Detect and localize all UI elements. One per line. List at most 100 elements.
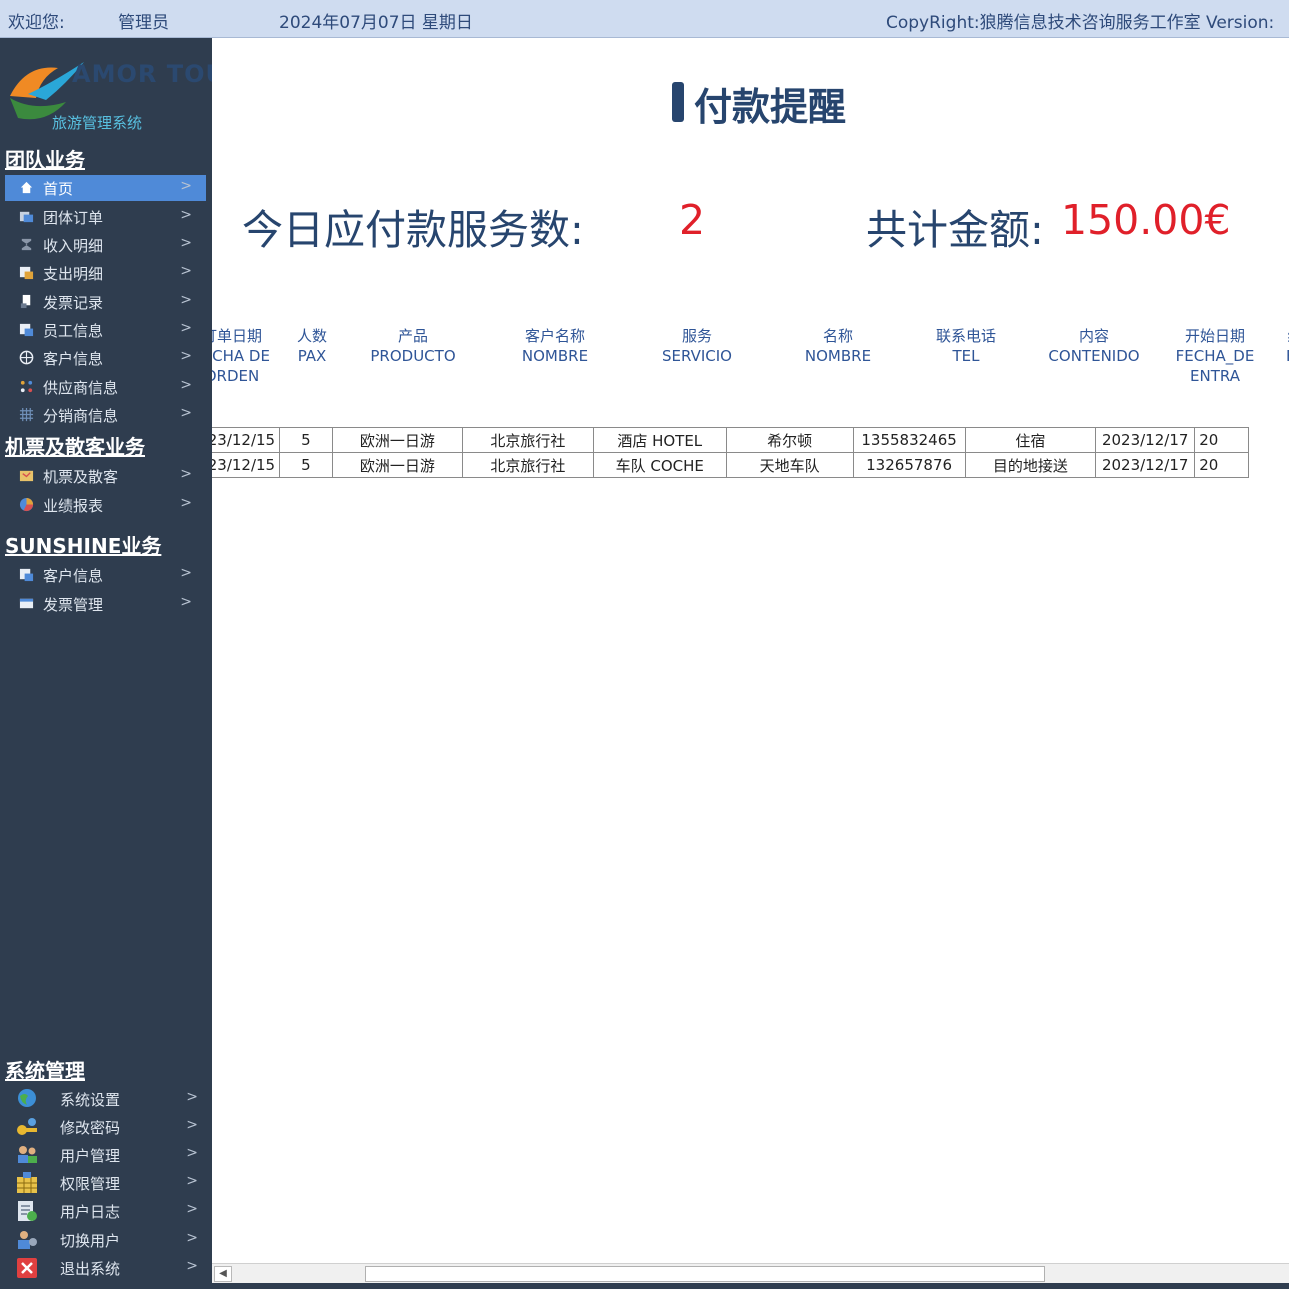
- column-header-customer: 客户名称 NOMBRE: [521, 327, 589, 365]
- sidebar-item-income[interactable]: 收入明细 >: [5, 232, 206, 258]
- customer-icon: [19, 568, 34, 582]
- chevron-right-icon: >: [180, 495, 192, 511]
- key-icon: [17, 1118, 37, 1135]
- sidebar-item-label: 用户管理: [60, 1147, 121, 1165]
- invoice-manage-icon: [19, 598, 34, 609]
- main-content: 付款提醒 今日应付款服务数: 2 共计金额: 150.00€ 订单日期FECHA…: [212, 38, 1289, 1289]
- count-label: 今日应付款服务数:: [242, 206, 584, 254]
- chevron-right-icon: >: [180, 405, 192, 421]
- sidebar-item-label: 切换用户: [60, 1232, 121, 1250]
- sidebar-item-label: 首页: [43, 180, 74, 198]
- logo: AMOR TOUR 旅游管理系统: [6, 54, 244, 134]
- sidebar-item-distributor[interactable]: 分销商信息 >: [5, 402, 206, 428]
- table-cell: 住宿: [964, 427, 1097, 453]
- table-cell: 欧洲一日游: [331, 452, 464, 478]
- table-row[interactable]: 2023/12/15 5 欧洲一日游 北京旅行社 酒店 HOTEL 希尔顿 13…: [212, 427, 1249, 453]
- table-cell: 欧洲一日游: [331, 427, 464, 453]
- sidebar-item-label: 团体订单: [43, 209, 104, 227]
- table-cell: 2023/12/17: [1095, 427, 1196, 453]
- section-title-system: 系统管理: [5, 1059, 85, 1083]
- sidebar-item-ticket[interactable]: 机票及散客 >: [5, 463, 206, 489]
- sidebar-item-customer[interactable]: 客户信息 >: [5, 345, 206, 371]
- table-row[interactable]: 2023/12/15 5 欧洲一日游 北京旅行社 车队 COCHE 天地车队 1…: [212, 452, 1249, 478]
- chevron-right-icon: >: [180, 178, 192, 194]
- chevron-right-icon: >: [180, 466, 192, 482]
- chevron-right-icon: >: [186, 1117, 198, 1133]
- users-icon: [18, 1146, 37, 1163]
- chevron-right-icon: >: [180, 565, 192, 581]
- exit-icon: [17, 1258, 37, 1278]
- chevron-right-icon: >: [180, 292, 192, 308]
- sidebar-item-label: 员工信息: [43, 322, 104, 340]
- chevron-right-icon: >: [186, 1258, 198, 1274]
- scrollbar-thumb[interactable]: [365, 1266, 1045, 1282]
- count-value: 2: [679, 196, 706, 244]
- sidebar-item-report[interactable]: 业绩报表 >: [5, 492, 206, 518]
- horizontal-scrollbar[interactable]: ◀: [212, 1263, 1289, 1283]
- section-title-team: 团队业务: [5, 148, 85, 172]
- table-cell: 20: [1194, 452, 1249, 478]
- sidebar-item-label: 权限管理: [60, 1175, 121, 1193]
- globe-icon: [19, 350, 34, 365]
- column-header-order-date: 订单日期FECHA DEORDEN: [212, 327, 270, 385]
- sidebar-item-label: 分销商信息: [43, 407, 119, 425]
- sidebar-item-label: 修改密码: [60, 1119, 121, 1137]
- table-cell: 目的地接送: [964, 452, 1097, 478]
- total-value: 150.00€: [1061, 196, 1231, 244]
- total-label: 共计金额:: [866, 206, 1044, 254]
- title-accent-bar: [672, 82, 684, 122]
- chevron-right-icon: >: [186, 1145, 198, 1161]
- chevron-right-icon: >: [186, 1201, 198, 1217]
- table-cell: 5: [279, 452, 333, 478]
- table-cell: 1355832465: [852, 427, 966, 453]
- current-date: 2024年07月07日 星期日: [279, 13, 473, 33]
- invoice-icon: [20, 294, 31, 309]
- expense-icon: [19, 266, 34, 280]
- pie-chart-icon: [19, 497, 34, 512]
- sidebar-item-change-password[interactable]: 修改密码 >: [5, 1113, 206, 1141]
- logo-subtitle: 旅游管理系统: [52, 114, 143, 132]
- sigma-icon: [21, 238, 32, 251]
- sidebar-item-user-manage[interactable]: 用户管理 >: [5, 1141, 206, 1169]
- page-title: 付款提醒: [694, 85, 847, 129]
- copyright-text: CopyRight:狼腾信息技术咨询服务工作室 Version:: [886, 13, 1275, 33]
- sidebar-item-home[interactable]: 首页 >: [5, 175, 206, 201]
- chevron-right-icon: >: [186, 1173, 198, 1189]
- column-header-product: 产品 PRODUCTO: [370, 327, 456, 365]
- sidebar-item-system-settings[interactable]: 系统设置 >: [5, 1085, 206, 1113]
- sidebar-item-invoice-record[interactable]: 发票记录 >: [5, 289, 206, 315]
- current-user: 管理员: [118, 13, 169, 33]
- table-cell: 132657876: [852, 452, 966, 478]
- ticket-icon: [19, 470, 34, 482]
- section-title-ticket: 机票及散客业务: [5, 435, 145, 459]
- sidebar-item-label: 机票及散客: [43, 468, 119, 486]
- column-header-end-date: 结FET: [1280, 326, 1289, 386]
- sidebar-item-invoice-manage[interactable]: 发票管理 >: [5, 591, 206, 617]
- table-cell: 2023/12/15: [212, 427, 281, 453]
- chevron-right-icon: >: [180, 207, 192, 223]
- sidebar-item-group-order[interactable]: 团体订单 >: [5, 204, 206, 230]
- chevron-right-icon: >: [180, 348, 192, 364]
- sidebar-item-sunshine-customer[interactable]: 客户信息 >: [5, 562, 206, 588]
- scroll-left-button[interactable]: ◀: [214, 1266, 232, 1282]
- sidebar: AMOR TOUR 旅游管理系统 团队业务 首页 > 团体订单 > 收入明细 >…: [0, 38, 244, 1289]
- sidebar-item-label: 业绩报表: [43, 497, 104, 515]
- table-cell: 车队 COCHE: [592, 452, 727, 478]
- sidebar-item-supplier[interactable]: 供应商信息 >: [5, 374, 206, 400]
- sidebar-item-permission[interactable]: 权限管理 >: [5, 1169, 206, 1197]
- chevron-right-icon: >: [180, 320, 192, 336]
- welcome-label: 欢迎您:: [8, 13, 65, 33]
- permission-icon: [17, 1172, 37, 1193]
- sidebar-item-employee[interactable]: 员工信息 >: [5, 317, 206, 343]
- column-header-tel: 联系电话 TEL: [935, 327, 996, 365]
- sidebar-item-user-log[interactable]: 用户日志 >: [5, 1197, 206, 1225]
- column-header-content: 内容 CONTENIDO: [1048, 327, 1140, 365]
- sidebar-item-expense[interactable]: 支出明细 >: [5, 260, 206, 286]
- table-cell: 5: [279, 427, 333, 453]
- sidebar-item-label: 退出系统: [60, 1260, 121, 1278]
- switch-user-icon: [18, 1231, 37, 1249]
- supplier-icon: [20, 380, 33, 393]
- sidebar-item-exit[interactable]: 退出系统 >: [5, 1254, 206, 1282]
- sidebar-item-switch-user[interactable]: 切换用户 >: [5, 1226, 206, 1254]
- grid-icon: [19, 407, 34, 422]
